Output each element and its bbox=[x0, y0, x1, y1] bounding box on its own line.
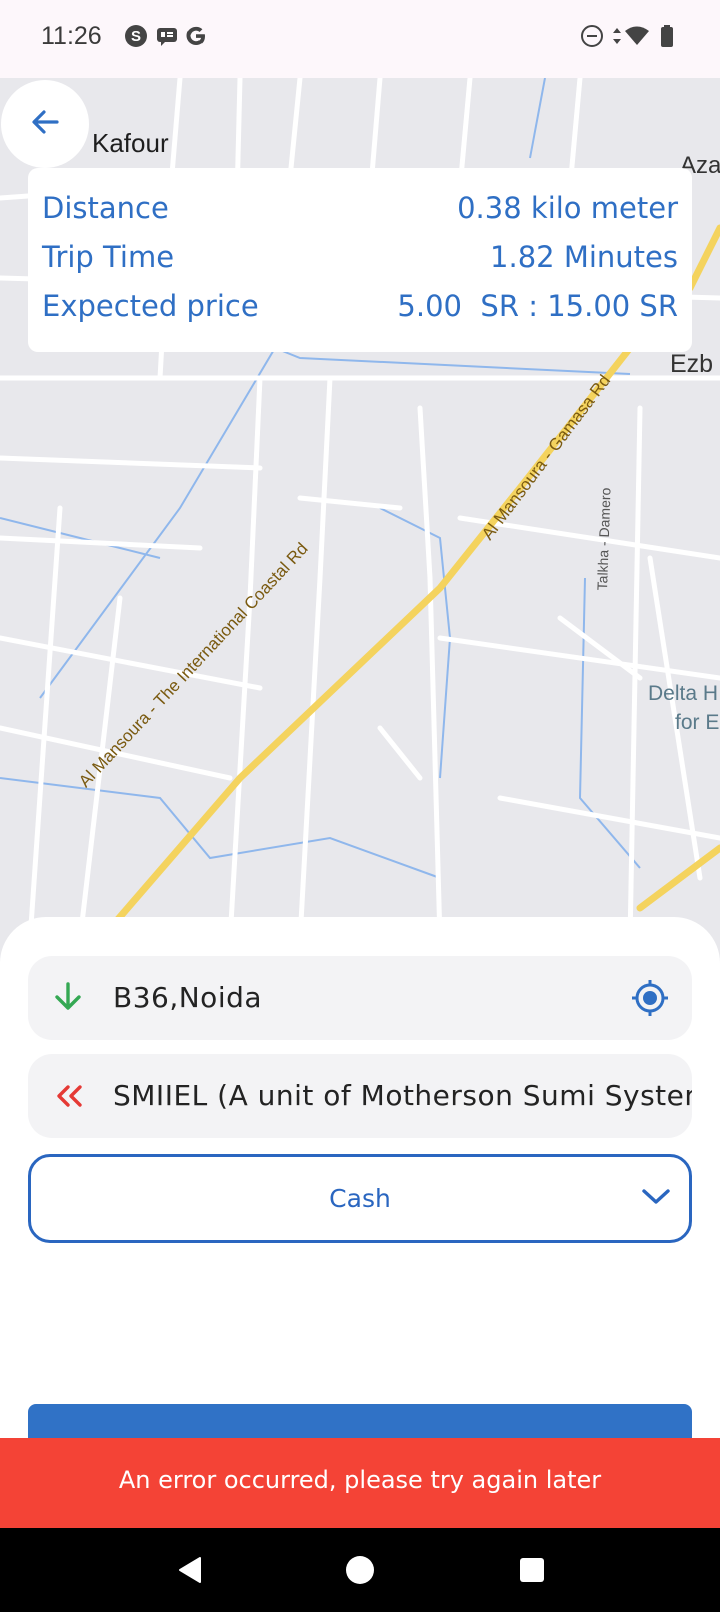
trip-time-label: Trip Time bbox=[42, 240, 175, 274]
trip-time-row: Trip Time 1.82 Minutes bbox=[42, 237, 678, 277]
trip-info-card: Distance 0.38 kilo meter Trip Time 1.82 … bbox=[28, 168, 692, 352]
distance-label: Distance bbox=[42, 191, 169, 225]
expected-price-row: Expected price 5.00 SR : 15.00 SR bbox=[42, 286, 678, 326]
chevron-down-icon bbox=[641, 1186, 671, 1212]
map-label-kafour: Kafour bbox=[92, 128, 169, 158]
arrow-left-icon bbox=[27, 104, 63, 144]
pickup-field[interactable]: B36,Noida bbox=[28, 956, 692, 1040]
map-label-ezb: Ezb bbox=[670, 350, 714, 378]
double-chevron-left-icon bbox=[54, 1080, 86, 1116]
home-nav-icon[interactable] bbox=[330, 1528, 390, 1612]
trip-time-value: 1.82 Minutes bbox=[490, 240, 678, 274]
dnd-icon bbox=[580, 24, 604, 52]
recents-nav-icon[interactable] bbox=[502, 1528, 562, 1612]
svg-text:S: S bbox=[131, 28, 141, 45]
arrow-down-icon bbox=[52, 980, 84, 1018]
back-button[interactable] bbox=[1, 80, 89, 168]
map-label-delta-1: Delta H bbox=[648, 682, 719, 705]
expected-price-value: 5.00 SR : 15.00 SR bbox=[397, 289, 678, 323]
my-location-icon[interactable] bbox=[630, 978, 670, 1022]
distance-row: Distance 0.38 kilo meter bbox=[42, 188, 678, 228]
destination-field[interactable]: SMIIEL (A unit of Motherson Sumi Systems bbox=[28, 1054, 692, 1138]
skype-icon: S bbox=[124, 24, 148, 52]
status-bar: 11:26 S bbox=[0, 0, 720, 78]
destination-address: SMIIEL (A unit of Motherson Sumi Systems bbox=[113, 1079, 692, 1112]
expected-price-label: Expected price bbox=[42, 289, 259, 323]
google-icon bbox=[184, 24, 208, 52]
distance-value: 0.38 kilo meter bbox=[457, 191, 678, 225]
payment-method-value: Cash bbox=[329, 1184, 391, 1213]
map-label-delta-2: for E bbox=[675, 711, 720, 734]
message-icon bbox=[155, 24, 179, 52]
error-message: An error occurred, please try again late… bbox=[118, 1466, 602, 1494]
data-arrows-icon bbox=[611, 24, 623, 52]
payment-method-dropdown[interactable]: Cash bbox=[28, 1154, 692, 1243]
battery-icon bbox=[660, 24, 674, 52]
pickup-address: B36,Noida bbox=[113, 981, 263, 1014]
wifi-icon bbox=[624, 24, 650, 52]
navigation-bar bbox=[0, 1528, 720, 1612]
back-nav-icon[interactable] bbox=[160, 1528, 220, 1612]
status-time: 11:26 bbox=[41, 22, 102, 50]
error-snackbar: An error occurred, please try again late… bbox=[0, 1438, 720, 1528]
